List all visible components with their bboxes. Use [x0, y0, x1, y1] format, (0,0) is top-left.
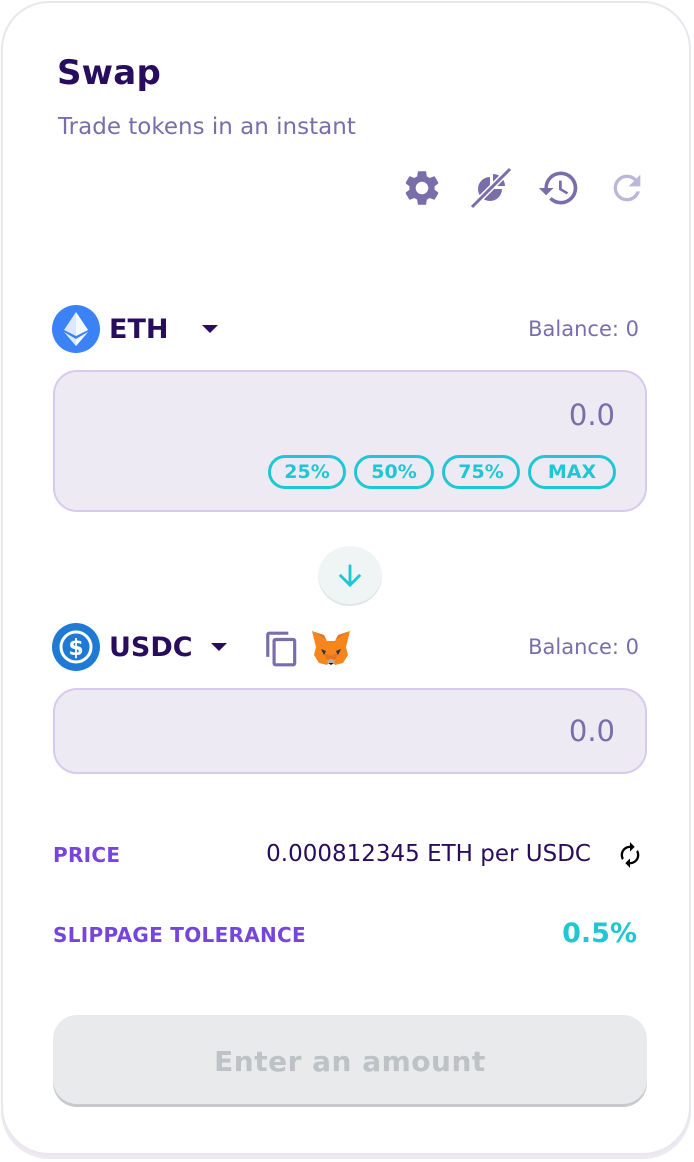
chevron-down-icon [210, 643, 227, 651]
chart-off-icon [469, 166, 512, 210]
page-subtitle: Trade tokens in an instant [58, 114, 356, 140]
svg-text:$: $ [68, 636, 83, 661]
history-button[interactable] [536, 165, 582, 211]
usdc-logo-icon: $ [52, 623, 100, 671]
refresh-button[interactable] [604, 165, 650, 211]
swap-horizontal-icon [620, 842, 640, 868]
invert-price-button[interactable] [616, 841, 644, 869]
copy-icon [266, 631, 297, 667]
from-token-symbol: ETH [109, 313, 169, 345]
chart-toggle-button[interactable] [467, 165, 513, 211]
switch-tokens-button[interactable] [318, 546, 382, 606]
from-balance: Balance: 0 [528, 317, 639, 341]
from-amount-panel: 0.0 25% 50% 75% MAX [53, 370, 647, 512]
from-amount-input[interactable]: 0.0 [569, 398, 615, 432]
slippage-value[interactable]: 0.5% [562, 918, 637, 949]
refresh-icon [613, 174, 641, 202]
swap-card: Swap Trade tokens in an instant ETH Bala… [1, 1, 691, 1155]
percent-75-button[interactable]: 75% [442, 455, 520, 489]
add-to-metamask-button[interactable] [310, 629, 352, 669]
chevron-down-icon [202, 325, 219, 333]
to-amount-panel: 0.0 [53, 688, 647, 774]
max-button[interactable]: MAX [528, 455, 616, 489]
eth-logo-icon [52, 305, 100, 353]
enter-amount-button[interactable]: Enter an amount [53, 1015, 647, 1107]
page-title: Swap [57, 53, 161, 93]
settings-button[interactable] [399, 165, 445, 211]
to-balance: Balance: 0 [528, 635, 639, 659]
to-token-selector[interactable]: $ USDC [52, 622, 227, 672]
metamask-fox-icon [312, 631, 350, 665]
price-label: PRICE [53, 843, 121, 867]
arrow-down-icon [338, 564, 362, 588]
slippage-label: SLIPPAGE TOLERANCE [53, 923, 306, 947]
to-amount-input[interactable]: 0.0 [569, 714, 615, 748]
gear-icon [405, 171, 439, 205]
price-value: 0.000812345 ETH per USDC [266, 841, 591, 867]
percent-25-button[interactable]: 25% [268, 455, 346, 489]
percent-50-button[interactable]: 50% [354, 455, 434, 489]
from-token-selector[interactable]: ETH [52, 304, 219, 354]
copy-address-button[interactable] [263, 629, 301, 669]
to-token-symbol: USDC [109, 631, 193, 663]
history-icon [538, 171, 578, 205]
